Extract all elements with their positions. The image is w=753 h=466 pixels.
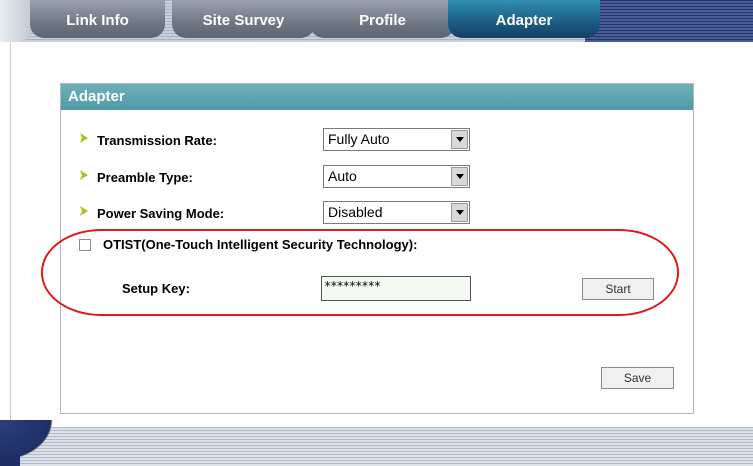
chevron-down-icon[interactable]	[451, 130, 468, 149]
bullet-arrow-icon	[80, 206, 88, 216]
tab-adapter[interactable]: Adapter	[448, 0, 600, 38]
chevron-down-icon[interactable]	[451, 167, 468, 186]
transmission-rate-label: Transmission Rate:	[97, 133, 217, 148]
tab-strip-left-edge	[0, 0, 30, 42]
power-saving-mode-row: Power Saving Mode: Disabled	[61, 201, 693, 225]
preamble-type-label: Preamble Type:	[97, 170, 193, 185]
panel-title: Adapter	[61, 84, 693, 110]
preamble-type-row: Preamble Type: Auto	[61, 165, 693, 189]
bullet-arrow-icon	[80, 170, 88, 180]
tab-site-survey[interactable]: Site Survey	[172, 0, 315, 38]
tab-strip: Link Info Site Survey Profile Adapter	[0, 0, 753, 42]
tab-label: Adapter	[495, 12, 553, 29]
adapter-panel: Adapter Transmission Rate: Fully Auto Pr…	[60, 83, 694, 414]
bottom-bar	[0, 427, 753, 466]
tab-profile[interactable]: Profile	[310, 0, 455, 38]
otist-checkbox[interactable]	[79, 239, 91, 251]
tab-label: Site Survey	[202, 12, 285, 29]
bottom-left-curve	[0, 420, 60, 466]
tab-strip-right-band	[585, 0, 753, 42]
power-saving-mode-label: Power Saving Mode:	[97, 206, 225, 221]
chevron-down-icon[interactable]	[451, 203, 468, 222]
transmission-rate-select[interactable]: Fully Auto	[323, 128, 470, 151]
bullet-arrow-icon	[80, 133, 88, 143]
preamble-type-value: Auto	[328, 168, 357, 184]
tab-link-info[interactable]: Link Info	[30, 0, 165, 38]
tab-label: Link Info	[66, 12, 129, 29]
power-saving-mode-select[interactable]: Disabled	[323, 201, 470, 224]
power-saving-mode-value: Disabled	[328, 204, 383, 220]
otist-label: OTIST(One-Touch Intelligent Security Tec…	[103, 237, 418, 252]
setup-key-input[interactable]: *********	[321, 276, 471, 301]
save-button[interactable]: Save	[601, 367, 674, 389]
setup-key-label: Setup Key:	[122, 281, 190, 296]
preamble-type-select[interactable]: Auto	[323, 165, 470, 188]
start-button[interactable]: Start	[582, 278, 654, 300]
transmission-rate-row: Transmission Rate: Fully Auto	[61, 128, 693, 152]
tab-label: Profile	[359, 12, 406, 29]
transmission-rate-value: Fully Auto	[328, 131, 390, 147]
window-left-border	[10, 42, 11, 427]
